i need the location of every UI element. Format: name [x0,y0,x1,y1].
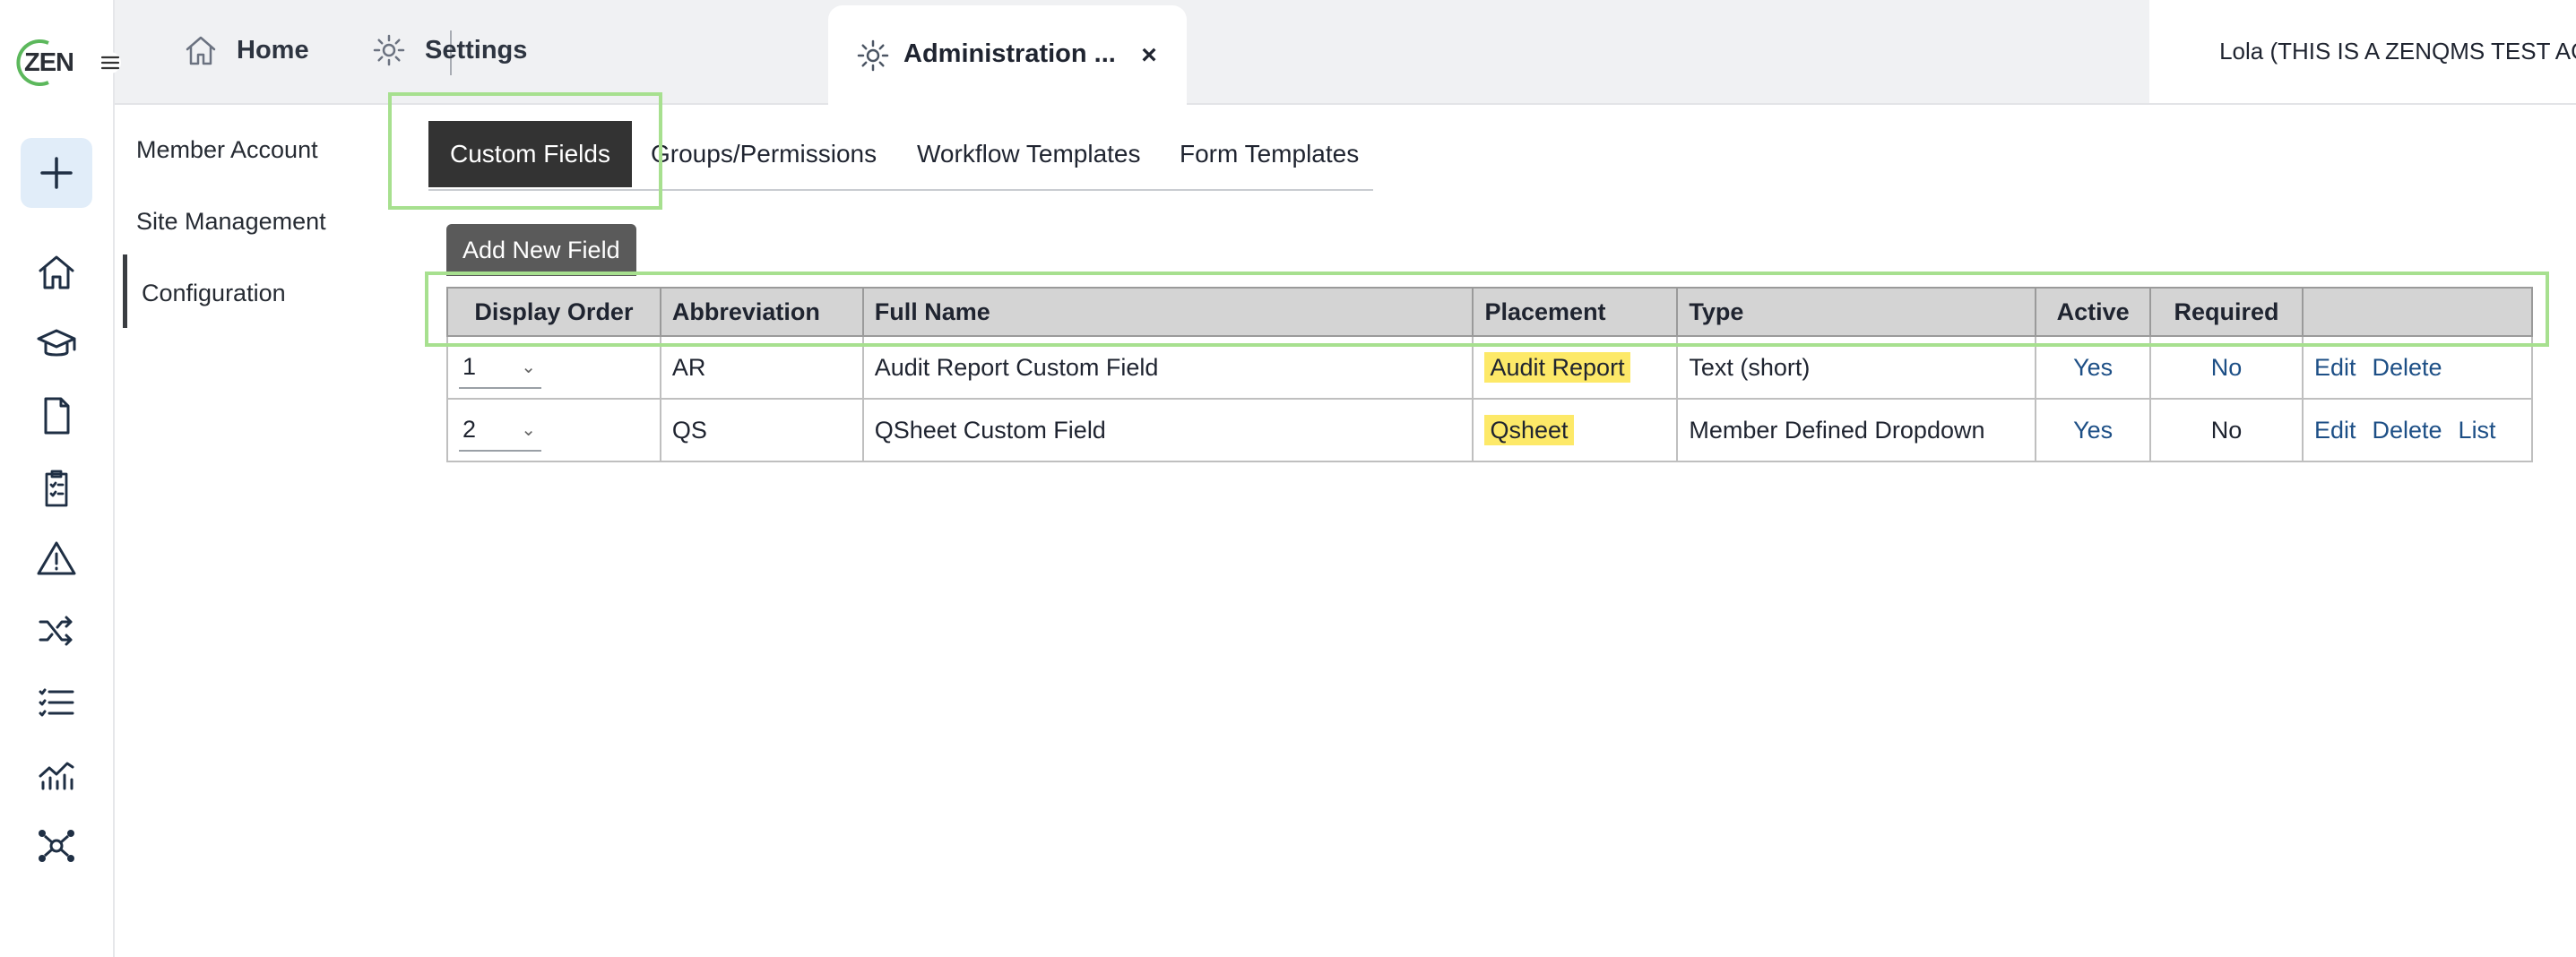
plus-icon [40,157,73,189]
subnav-site-management[interactable]: Site Management [136,208,326,236]
table-header-row: Display Order Abbreviation Full Name Pla… [446,287,2534,337]
rail-tasks-button[interactable] [30,677,82,729]
subnav-active-indicator [123,254,127,328]
table-row: 2 ⌄ QS QSheet Custom Field Qsheet Member… [446,398,2534,462]
configuration-tabs: Custom Fields Groups/Permissions Workflo… [428,121,1373,191]
tab-home-label: Home [237,35,309,65]
warning-icon [37,541,76,575]
actions-cell: Edit Delete [2301,335,2534,400]
chevron-down-icon: ⌄ [521,357,536,377]
graduation-cap-icon [37,329,76,357]
display-order-select[interactable]: 2 ⌄ [459,409,541,452]
tab-administration-label: Administration ... [903,39,1116,68]
placement-badge: Qsheet [1484,414,1574,445]
analytics-icon [39,762,74,790]
hamburger-icon [100,56,120,70]
custom-fields-table: Display Order Abbreviation Full Name Pla… [446,287,2534,462]
rail-network-button[interactable] [30,820,82,872]
tab-groups-permissions[interactable]: Groups/Permissions [651,121,877,187]
required-toggle[interactable]: No [2149,335,2304,400]
placement-cell: Audit Report [1472,335,1679,400]
placement-badge: Audit Report [1484,351,1630,383]
required-value: No [2149,398,2304,462]
logo-text: ZEN [24,48,74,77]
zen-logo[interactable]: ZEN [9,38,77,88]
tab-settings[interactable]: Settings [371,27,527,73]
tab-workflow-templates[interactable]: Workflow Templates [917,121,1141,187]
rail-home-button[interactable] [30,246,82,298]
abbreviation-cell: AR [659,335,864,400]
delete-link[interactable]: Delete [2373,417,2442,444]
list-link[interactable]: List [2459,417,2496,444]
display-order-cell: 2 ⌄ [446,398,661,462]
gear-icon [373,34,405,66]
shuffle-icon [39,616,73,646]
tab-administration[interactable]: Administration ... × [828,5,1187,105]
network-icon [39,830,74,862]
active-toggle[interactable]: Yes [2035,335,2152,400]
column-header-required[interactable]: Required [2149,287,2304,337]
full-name-cell: Audit Report Custom Field [861,335,1474,400]
tab-custom-fields[interactable]: Custom Fields [428,121,632,187]
user-account-label[interactable]: Lola (THIS IS A ZENQMS TEST ACCOUNT) [2149,0,2576,103]
delete-link[interactable]: Delete [2373,354,2442,381]
type-cell: Member Defined Dropdown [1676,398,2037,462]
display-order-value: 1 [462,352,477,380]
column-header-active[interactable]: Active [2035,287,2152,337]
home-icon [186,36,216,65]
top-tab-bar: Home Settings Administration ... × Lola … [115,0,2576,105]
rail-training-button[interactable] [30,318,82,370]
rail-changes-button[interactable] [30,605,82,657]
edit-link[interactable]: Edit [2314,417,2356,444]
menu-toggle-button[interactable] [99,52,121,73]
gear-icon [857,39,889,72]
column-header-placement[interactable]: Placement [1472,287,1679,337]
home-icon [39,255,74,289]
column-header-full-name[interactable]: Full Name [861,287,1474,337]
document-icon [44,397,70,435]
column-header-abbreviation[interactable]: Abbreviation [659,287,864,337]
clipboard-checklist-icon [45,470,68,507]
column-header-type[interactable]: Type [1676,287,2037,337]
rail-documents-button[interactable] [30,390,82,442]
active-toggle[interactable]: Yes [2035,398,2152,462]
column-header-display-order[interactable]: Display Order [446,287,661,337]
actions-cell: Edit Delete List [2301,398,2534,462]
tab-form-templates[interactable]: Form Templates [1180,121,1359,187]
tab-home[interactable]: Home [183,27,309,73]
close-tab-button[interactable]: × [1131,38,1167,73]
display-order-value: 2 [462,415,477,443]
table-row: 1 ⌄ AR Audit Report Custom Field Audit R… [446,335,2534,400]
add-new-field-button[interactable]: Add New Field [446,224,636,276]
abbreviation-cell: QS [659,398,864,462]
rail-audits-button[interactable] [30,461,82,513]
edit-link[interactable]: Edit [2314,354,2356,381]
create-new-button[interactable] [21,138,92,208]
rail-issues-button[interactable] [30,533,82,585]
subnav-member-account[interactable]: Member Account [136,136,318,164]
icon-rail: ZEN [0,0,115,957]
chevron-down-icon: ⌄ [521,419,536,440]
rail-analytics-button[interactable] [30,748,82,800]
placement-cell: Qsheet [1472,398,1679,462]
checklist-icon [39,688,74,717]
full-name-cell: QSheet Custom Field [861,398,1474,462]
display-order-select[interactable]: 1 ⌄ [459,346,541,389]
subnav-configuration[interactable]: Configuration [142,280,286,307]
type-cell: Text (short) [1676,335,2037,400]
tab-settings-label: Settings [425,35,528,65]
display-order-cell: 1 ⌄ [446,335,661,400]
column-header-actions [2301,287,2534,337]
